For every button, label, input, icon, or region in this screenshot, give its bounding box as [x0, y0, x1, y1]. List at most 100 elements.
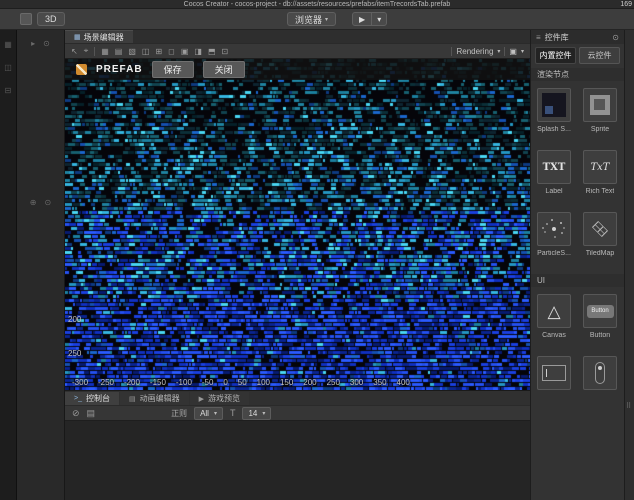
- target-tool-icon[interactable]: ⌖: [84, 46, 89, 56]
- scene-tab-icon: ▦: [74, 34, 81, 41]
- search-icon[interactable]: ⊙: [45, 198, 52, 207]
- collapse-panel-icon[interactable]: ⊟: [5, 86, 12, 95]
- widget-tiled-map[interactable]: TiledMap: [577, 212, 623, 257]
- align-vcenter-icon[interactable]: ◻: [168, 47, 175, 56]
- gizmo-scale-icon[interactable]: ▧: [128, 47, 136, 56]
- pin-icon[interactable]: ⊙: [612, 33, 619, 42]
- scene-toolbar-right: Rendering ▾ ▣ ▾: [451, 46, 524, 56]
- align-top-icon[interactable]: ⊞: [155, 47, 162, 56]
- widget-particle-system[interactable]: ParticleS...: [531, 212, 577, 257]
- preview-tab-label: 游戏预览: [208, 394, 240, 403]
- camera-icon[interactable]: ▣: [509, 47, 517, 56]
- widget-splash[interactable]: Splash S...: [531, 88, 577, 133]
- toolbar-separator: [94, 46, 96, 56]
- right-dock-strip: ⠿: [624, 30, 634, 500]
- 3d-mode-button[interactable]: 3D: [37, 12, 65, 26]
- grid-panel-icon[interactable]: ▦: [4, 40, 12, 49]
- prefab-save-button[interactable]: 保存: [151, 61, 194, 78]
- chevron-down-icon: ▾: [213, 410, 217, 417]
- wrench-icon: [76, 64, 87, 75]
- widget-library-tabs: 内置控件 云控件: [531, 44, 624, 68]
- tab-scene-editor[interactable]: ▦ 场景编辑器: [65, 30, 133, 43]
- play-icon[interactable]: ▶: [353, 13, 371, 25]
- terminal-icon: >_: [74, 395, 82, 402]
- chevron-down-icon: ▾: [262, 410, 266, 417]
- ruler-label: -300: [72, 378, 89, 387]
- search-icon[interactable]: ⊙: [43, 39, 50, 48]
- gizmo-rotation-icon[interactable]: ▤: [115, 47, 123, 56]
- widget-rich-text[interactable]: TxT Rich Text: [577, 150, 623, 195]
- expand-icon[interactable]: ▸: [31, 39, 35, 48]
- widget-label: Sprite: [590, 126, 610, 133]
- browser-preview-button[interactable]: 浏览器 ▾: [287, 12, 337, 26]
- chevron-down-icon[interactable]: ▾: [497, 48, 500, 55]
- menu-icon[interactable]: ≡: [536, 33, 541, 42]
- cursor-tool-icon[interactable]: ↖: [71, 47, 78, 56]
- console-panel: >_ 控制台 ▤ 动画编辑器 ▶ 游戏预览 ⊘ ▤ 正则 All ▾ T 14: [65, 390, 530, 500]
- play-icon: ▶: [198, 395, 204, 403]
- edit-box-icon: [537, 356, 571, 390]
- log-filter-value: All: [200, 408, 209, 418]
- console-output[interactable]: [65, 421, 530, 500]
- scene-tabbar: ▦ 场景编辑器: [65, 30, 530, 43]
- scene-viewport[interactable]: PREFAB 保存 关闭 -300 -250 -200 -150 -100 -5…: [65, 59, 530, 390]
- drag-handle-icon[interactable]: ⠿: [626, 402, 631, 410]
- widget-edit-box[interactable]: [531, 356, 577, 390]
- console-tabbar: >_ 控制台 ▤ 动画编辑器 ▶ 游戏预览: [65, 390, 530, 405]
- hierarchy-mid-tools: ⊕ ⊙: [17, 198, 64, 207]
- tiled-map-icon: [583, 212, 617, 246]
- widget-canvas[interactable]: △ Canvas: [531, 294, 577, 339]
- section-ui: UI: [531, 274, 624, 287]
- align-left-icon[interactable]: ◨: [194, 47, 202, 56]
- tab-cloud-widgets[interactable]: 云控件: [579, 47, 620, 64]
- widget-slider[interactable]: [577, 356, 623, 390]
- tab-builtin-widgets[interactable]: 内置控件: [535, 47, 576, 64]
- rendering-mode-label[interactable]: Rendering: [456, 47, 493, 56]
- prefab-mode-label: PREFAB: [96, 64, 143, 75]
- regex-toggle-label[interactable]: 正则: [171, 408, 187, 419]
- widget-sprite[interactable]: Sprite: [577, 88, 623, 133]
- widget-label: Button: [589, 332, 611, 339]
- layers-icon[interactable]: [20, 13, 32, 25]
- add-node-icon[interactable]: ⊕: [30, 198, 37, 207]
- widget-label: Splash S...: [537, 126, 571, 133]
- columns-panel-icon[interactable]: ◫: [4, 63, 12, 72]
- widget-label: Canvas: [542, 332, 566, 339]
- widget-label-node[interactable]: TXT Label: [531, 150, 577, 195]
- slider-icon: [583, 356, 617, 390]
- rich-text-icon: TxT: [583, 150, 617, 184]
- widget-library-title: 控件库: [544, 32, 569, 42]
- gizmo-rect-icon[interactable]: ◫: [142, 47, 150, 56]
- font-size-select[interactable]: 14 ▾: [242, 406, 272, 420]
- ruler-label: 50: [237, 378, 247, 387]
- tab-console[interactable]: >_ 控制台: [65, 392, 119, 405]
- align-hcenter-icon[interactable]: ⬒: [208, 47, 216, 56]
- clear-console-icon[interactable]: ⊘: [72, 408, 80, 419]
- chevron-down-icon[interactable]: ▾: [372, 13, 386, 25]
- prefab-close-button[interactable]: 关闭: [202, 61, 245, 78]
- ruler-label: 400: [396, 378, 410, 387]
- log-file-icon[interactable]: ▤: [87, 408, 96, 419]
- widget-button[interactable]: Button Button: [577, 294, 623, 339]
- widget-label: ParticleS...: [537, 250, 571, 257]
- chevron-down-icon[interactable]: ▾: [521, 48, 524, 55]
- log-filter-select[interactable]: All ▾: [194, 406, 223, 420]
- chevron-down-icon: ▾: [325, 16, 329, 23]
- scene-viewport-canvas[interactable]: [65, 59, 530, 390]
- ruler-label: 250: [326, 378, 340, 387]
- scene-tab-label: 场景编辑器: [83, 32, 124, 42]
- ruler-label: -50: [201, 378, 214, 387]
- text-icon: TXT: [537, 150, 571, 184]
- hierarchy-top-tools: ▸ ⊙: [17, 39, 64, 48]
- tab-animation-editor[interactable]: ▤ 动画编辑器: [119, 392, 189, 405]
- tab-game-preview[interactable]: ▶ 游戏预览: [189, 392, 249, 405]
- align-bottom-icon[interactable]: ▣: [181, 47, 189, 56]
- button-icon: Button: [583, 294, 617, 328]
- ui-nodes-grid: △ Canvas Button Button: [531, 287, 624, 407]
- canvas-icon: △: [537, 294, 571, 328]
- scene-editor-panel: ▦ 场景编辑器 ↖ ⌖ ▦ ▤ ▧ ◫ ⊞ ◻ ▣ ◨ ⬒ ⊡ Renderin…: [65, 30, 530, 390]
- ruler-label: 150: [279, 378, 294, 387]
- gizmo-position-icon[interactable]: ▦: [101, 47, 109, 56]
- left-dock-strip: ▦ ◫ ⊟: [0, 30, 17, 500]
- align-right-icon[interactable]: ⊡: [222, 47, 229, 56]
